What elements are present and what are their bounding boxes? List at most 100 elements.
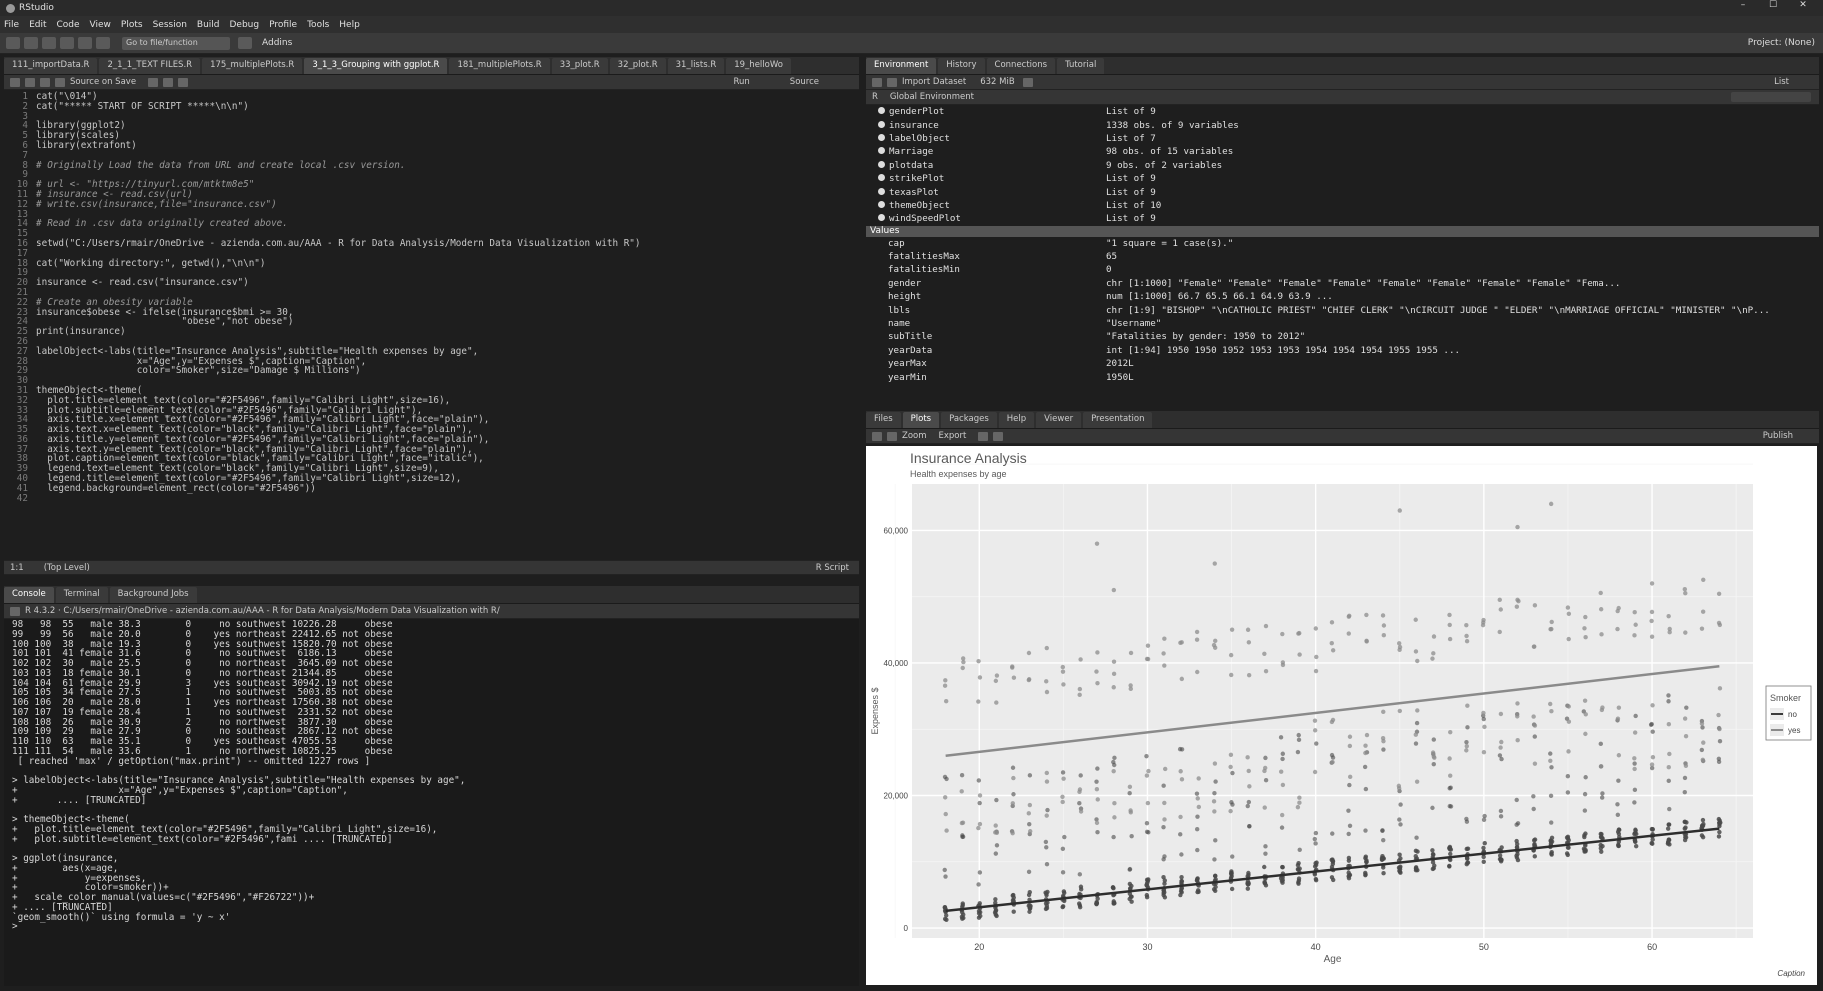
environment-row[interactable]: windSpeedPlot List of 9 (866, 212, 1819, 225)
menu-session[interactable]: Session (153, 20, 187, 30)
expand-icon[interactable] (878, 147, 885, 155)
scope-select[interactable]: Global Environment (890, 92, 974, 102)
save-icon[interactable] (55, 77, 65, 87)
environment-row[interactable]: fatalitiesMin 0 (866, 263, 1819, 276)
tab-history[interactable]: History (938, 58, 985, 74)
code-line[interactable]: 6 library(extrafont) (4, 141, 859, 151)
environment-row[interactable]: lbls chr [1:9] "BISHOP" "\nCATHOLIC PRIES… (866, 303, 1819, 316)
tab-plots[interactable]: Plots (902, 412, 940, 428)
expand-icon[interactable] (878, 174, 885, 182)
code-line[interactable]: 29 color="Smoker",size="Damage $ Million… (4, 366, 859, 376)
tab-environment[interactable]: Environment (866, 58, 937, 74)
environment-row[interactable]: Marriage 98 obs. of 15 variables (866, 145, 1819, 158)
close-button[interactable]: ✕ (1788, 0, 1818, 10)
expand-icon[interactable] (878, 120, 885, 128)
code-line[interactable]: 24 "obese","not obese") (4, 317, 859, 327)
source-on-save-checkbox[interactable]: Source on Save (70, 77, 136, 87)
import-dataset-button[interactable]: Import Dataset (902, 77, 966, 87)
code-line[interactable]: 12 # write.csv(insurance,file="insurance.… (4, 199, 859, 210)
code-editor[interactable]: 1 cat("\014") 2 cat("***** START OF SCRIPT … (4, 90, 859, 560)
outline-icon[interactable] (178, 77, 189, 87)
menu-view[interactable]: View (90, 20, 111, 30)
editor-tab[interactable]: 33_plot.R (551, 58, 608, 74)
new-file-icon[interactable] (6, 37, 20, 49)
memory-usage[interactable]: 632 MiB (980, 77, 1014, 87)
new-project-icon[interactable] (24, 37, 38, 49)
code-line[interactable]: 18 cat("Working directory:", getwd(),"\n\… (4, 258, 859, 269)
tab-console[interactable]: Console (4, 587, 54, 603)
menu-build[interactable]: Build (197, 20, 220, 30)
scope-indicator[interactable]: (Top Level) (44, 563, 90, 573)
run-button[interactable]: Run (733, 77, 749, 87)
environment-row[interactable]: themeObject List of 10 (866, 199, 1819, 212)
environment-row[interactable]: name "Username" (866, 317, 1819, 330)
environment-row[interactable]: yearMax 2012L (866, 357, 1819, 370)
editor-tab[interactable]: 181_multiplePlots.R (449, 58, 550, 74)
code-line[interactable]: 8 # Originally Load the data from URL and… (4, 160, 859, 171)
environment-row[interactable]: yearData int [1:94] 1950 1950 1952 1953 1… (866, 344, 1819, 357)
code-line[interactable]: 20 insurance <- read.csv("insurance.csv") (4, 278, 859, 288)
zoom-button[interactable]: Zoom (902, 431, 927, 441)
menu-debug[interactable]: Debug (230, 20, 260, 30)
environment-row[interactable]: labelObject List of 7 (866, 132, 1819, 145)
console-output[interactable]: 98 98 55 male 38.3 0 no southwest 10226.… (4, 619, 859, 979)
tab-help[interactable]: Help (998, 412, 1035, 428)
expand-icon[interactable] (878, 160, 885, 168)
environment-row[interactable]: strikePlot List of 9 (866, 172, 1819, 185)
tab-files[interactable]: Files (866, 412, 901, 428)
back-arrow-icon[interactable] (10, 77, 20, 87)
working-directory[interactable]: R 4.3.2 · C:/Users/rmair/OneDrive - azie… (25, 606, 500, 616)
code-line[interactable]: 2 cat("***** START OF SCRIPT *****\n\n") (4, 101, 859, 112)
environment-search-input[interactable] (1731, 92, 1811, 102)
editor-tab[interactable]: 19_helloWo (726, 58, 791, 74)
tab-packages[interactable]: Packages (941, 412, 997, 428)
expand-icon[interactable] (878, 214, 885, 222)
environment-row[interactable]: yearMin 1950L (866, 370, 1819, 383)
tab-background-jobs[interactable]: Background Jobs (109, 587, 197, 603)
code-line[interactable]: 14 # Read in .csv data originally created… (4, 219, 859, 229)
editor-tab[interactable]: 2_1_1_TEXT FILES.R (99, 58, 201, 74)
expand-icon[interactable] (878, 200, 885, 208)
save-icon[interactable] (887, 77, 897, 87)
source-button[interactable]: Source (790, 77, 819, 87)
tab-tutorial[interactable]: Tutorial (1057, 58, 1105, 74)
project-menu[interactable]: Project: (None) (1748, 38, 1815, 48)
environment-row[interactable]: subTitle "Fatalities by gender: 1950 to 2… (866, 330, 1819, 343)
file-type-indicator[interactable]: R Script (816, 563, 849, 573)
minimize-button[interactable]: – (1728, 0, 1758, 10)
forward-arrow-icon[interactable] (25, 77, 35, 87)
environment-row[interactable]: insurance 1338 obs. of 9 variables (866, 118, 1819, 131)
tab-connections[interactable]: Connections (986, 58, 1056, 74)
back-arrow-icon[interactable] (872, 431, 882, 441)
code-line[interactable]: 4 library(ggplot2) (4, 121, 859, 131)
editor-tab[interactable]: 31_lists.R (667, 58, 725, 74)
environment-row[interactable]: genderPlot List of 9 (866, 105, 1819, 118)
addins-menu[interactable]: Addins (262, 38, 292, 48)
environment-row[interactable]: fatalitiesMax 65 (866, 250, 1819, 263)
wand-icon[interactable] (163, 77, 174, 87)
search-icon[interactable] (148, 77, 159, 87)
editor-tab[interactable]: 32_plot.R (609, 58, 666, 74)
menu-profile[interactable]: Profile (269, 20, 297, 30)
editor-tab-active[interactable]: 3_1_3_Grouping with ggplot.R (304, 58, 448, 74)
publish-button[interactable]: Publish (1763, 431, 1793, 441)
values-section-header[interactable]: Values (866, 225, 1819, 237)
print-icon[interactable] (96, 37, 110, 49)
expand-icon[interactable] (878, 107, 885, 115)
export-button[interactable]: Export (939, 431, 967, 441)
menu-edit[interactable]: Edit (29, 20, 46, 30)
expand-icon[interactable] (878, 133, 885, 141)
environment-row[interactable]: gender chr [1:1000] "Female" "Female" "Fe… (866, 277, 1819, 290)
open-icon[interactable] (872, 77, 882, 87)
workspace-panes-icon[interactable] (238, 37, 252, 49)
code-line[interactable]: 3 (4, 111, 859, 122)
save-icon[interactable] (60, 37, 74, 49)
code-line[interactable]: 42 (4, 493, 859, 504)
menu-help[interactable]: Help (339, 20, 360, 30)
view-mode-select[interactable]: List (1774, 77, 1789, 87)
menu-file[interactable]: File (4, 20, 19, 30)
editor-tab[interactable]: 175_multiplePlots.R (202, 58, 303, 74)
save-all-icon[interactable] (78, 37, 92, 49)
menu-code[interactable]: Code (57, 20, 80, 30)
environment-row[interactable]: height num [1:1000] 66.7 65.5 66.1 64.9 6… (866, 290, 1819, 303)
